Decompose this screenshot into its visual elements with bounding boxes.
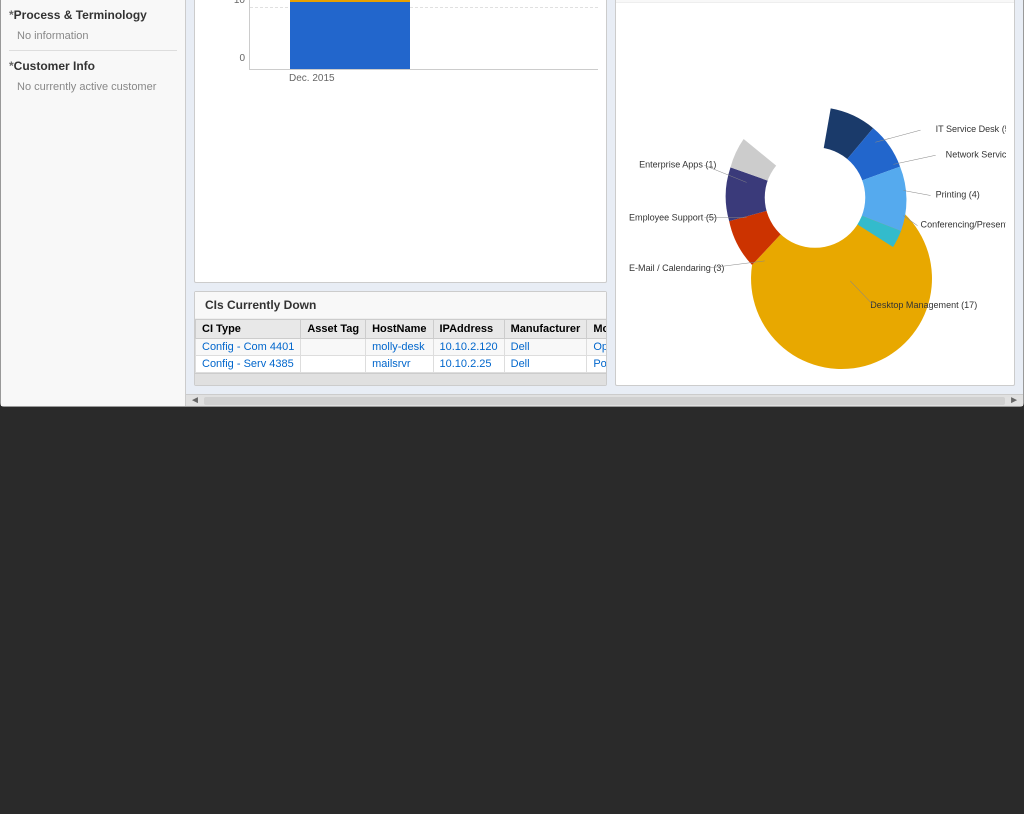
sidebar: Quick Search Search Incident ··· 🔍 Open … xyxy=(1,0,186,406)
line-print xyxy=(903,190,930,195)
y-label-10: 10 xyxy=(234,0,245,6)
model-0[interactable]: OptiFlex 90... xyxy=(593,341,606,353)
line-net xyxy=(893,155,935,164)
scroll-right-btn[interactable]: ► xyxy=(1009,395,1019,406)
dashboard-grid: Open Incidents/Service Requests by Statu… xyxy=(186,0,1023,394)
ip-1[interactable]: 10.10.2.25 xyxy=(440,358,492,370)
app-window: Cherwell Service Management ─ □ ✕ File E… xyxy=(0,0,1024,407)
col-ci-type[interactable]: CI Type xyxy=(196,320,301,339)
scroll-track[interactable] xyxy=(204,397,1005,405)
ci-type-1[interactable]: Config - Serv 4385 xyxy=(202,358,294,370)
bar-reopened xyxy=(290,2,410,69)
process-label: Process & Terminology xyxy=(14,8,147,22)
ci-title: CIs Currently Down xyxy=(195,292,606,319)
model-1[interactable]: PowerEdge... xyxy=(593,358,606,370)
chart-y-axis: 40 30 20 10 0 xyxy=(219,0,249,84)
service-donut-container: IT Service Desk (5) Network Services (2)… xyxy=(616,3,1014,382)
y-label-0: 0 xyxy=(239,53,245,64)
ci-panel: CIs Currently Down CI Type Asset Tag Hos… xyxy=(194,291,607,386)
main-layout: Quick Search Search Incident ··· 🔍 Open … xyxy=(1,0,1023,406)
manufacturer-1[interactable]: Dell xyxy=(511,358,530,370)
asset-tag-0 xyxy=(301,339,366,356)
dashboard-right: Open Incidents/Service Requests by Teams xyxy=(615,0,1015,386)
col-manufacturer[interactable]: Manufacturer xyxy=(504,320,587,339)
ci-type-0[interactable]: Config - Com 4401 xyxy=(202,341,294,353)
x-axis-label: Dec. 2015 xyxy=(249,70,598,84)
manufacturer-0[interactable]: Dell xyxy=(511,341,530,353)
label-network: Network Services (2) xyxy=(946,149,1006,159)
bar-chart-panel: Open Incidents/Service Requests by Statu… xyxy=(194,0,607,283)
bar-chart-container: # of Records 40 30 20 10 0 xyxy=(195,0,606,92)
service-donut-svg: IT Service Desk (5) Network Services (2)… xyxy=(624,11,1006,374)
col-model[interactable]: Model xyxy=(587,320,606,339)
col-ip[interactable]: IPAddress xyxy=(433,320,504,339)
content-area: Cherwell Software Henri Bryce Thursday, … xyxy=(186,0,1023,406)
ci-table: CI Type Asset Tag HostName IPAddress Man… xyxy=(195,319,606,373)
process-header[interactable]: Process & Terminology xyxy=(1,4,185,26)
label-desktop: Desktop Management (17) xyxy=(870,300,977,310)
customer-header[interactable]: Customer Info xyxy=(1,55,185,77)
customer-info: No currently active customer xyxy=(1,77,185,97)
bottom-scrollbar[interactable]: ◄ ► xyxy=(186,394,1023,406)
label-conferencing: Conferencing/Presentation (1) xyxy=(921,220,1006,230)
ci-table-wrapper: CI Type Asset Tag HostName IPAddress Man… xyxy=(195,319,606,373)
label-printing: Printing (4) xyxy=(936,190,980,200)
hostname-0[interactable]: molly-desk xyxy=(372,341,425,353)
ci-table-header-row: CI Type Asset Tag HostName IPAddress Man… xyxy=(196,320,607,339)
customer-label: Customer Info xyxy=(14,59,95,73)
process-info: No information xyxy=(1,26,185,46)
hostname-1[interactable]: mailsrvr xyxy=(372,358,411,370)
bar-column[interactable] xyxy=(290,0,410,69)
label-enterprise: Enterprise Apps (1) xyxy=(639,159,716,169)
line-it xyxy=(875,130,920,142)
label-it-service-desk: IT Service Desk (5) xyxy=(936,124,1006,134)
table-row[interactable]: Config - Com 4401 molly-desk 10.10.2.120… xyxy=(196,339,607,356)
dashboard-left: Open Incidents/Service Requests by Statu… xyxy=(194,0,607,386)
divider-4 xyxy=(9,50,177,51)
asset-tag-1 xyxy=(301,356,366,373)
col-asset-tag[interactable]: Asset Tag xyxy=(301,320,366,339)
service-panel: Open Incidents/Service Requests by Servi… xyxy=(615,0,1015,386)
ip-0[interactable]: 10.10.2.120 xyxy=(440,341,498,353)
col-hostname[interactable]: HostName xyxy=(366,320,433,339)
label-employee: Employee Support (5) xyxy=(629,213,717,223)
table-scrollbar[interactable] xyxy=(195,373,606,385)
table-row[interactable]: Config - Serv 4385 mailsrvr 10.10.2.25 D… xyxy=(196,356,607,373)
scroll-left-btn[interactable]: ◄ xyxy=(190,395,200,406)
